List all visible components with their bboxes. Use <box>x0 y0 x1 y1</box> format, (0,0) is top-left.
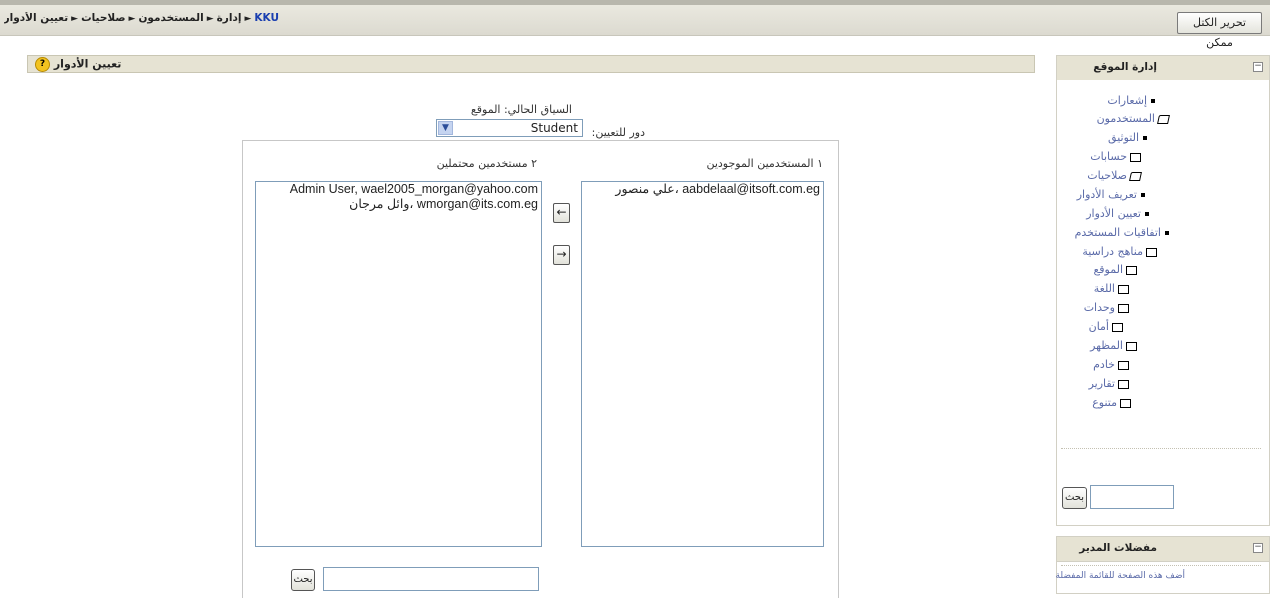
site-admin-block: إدارة الموقع − إشعارات المستخدمون التوثي… <box>1056 55 1270 526</box>
folder-icon <box>1112 322 1123 332</box>
collapse-icon[interactable]: − <box>1253 62 1263 72</box>
collapse-icon[interactable]: − <box>1253 543 1263 553</box>
folder-icon <box>1118 303 1129 313</box>
folder-icon <box>1126 265 1137 275</box>
breadcrumb-separator: ► <box>128 14 136 24</box>
bookmark-this-page-link[interactable]: أضف هذه الصفحة للقائمة المفضلة <box>1056 571 1185 581</box>
bullet-icon <box>1145 212 1149 216</box>
navbar: KKU►إدارة►المستخدمون►صلاحيات►تعيين الأدو… <box>0 0 1270 49</box>
folder-icon <box>1118 360 1129 370</box>
folder-icon <box>1118 379 1129 389</box>
breadcrumb-current: تعيين الأدوار <box>4 12 69 24</box>
tree-item-appearance[interactable]: المظهر <box>1090 339 1137 352</box>
remove-user-button[interactable]: → <box>553 245 570 265</box>
divider <box>1061 448 1261 449</box>
breadcrumb-separator: ► <box>206 14 214 24</box>
list-item[interactable]: Admin User, wael2005_morgan@yahoo.com <box>256 182 541 197</box>
folder-open-icon <box>1129 171 1142 181</box>
tree-item-authentication[interactable]: التوثيق <box>1108 131 1147 144</box>
tree-item-notifications[interactable]: إشعارات <box>1107 94 1155 107</box>
tree-item-courses[interactable]: مناهج دراسية <box>1082 245 1157 258</box>
folder-icon <box>1130 152 1141 162</box>
page-title-wrap: تعيين الأدوار ? <box>32 57 121 72</box>
folder-icon <box>1118 284 1129 294</box>
divider <box>1061 565 1261 566</box>
potential-users-label: ٢ مستخدمين محتملين <box>436 157 537 170</box>
breadcrumb-home-link[interactable]: KKU <box>254 12 279 24</box>
tree-item-define-roles[interactable]: تعريف الأدوار <box>1077 188 1145 201</box>
breadcrumb-users-link[interactable]: المستخدمون <box>138 12 203 24</box>
list-item[interactable]: وائل مرجان، wmorgan@its.com.eg <box>256 197 541 212</box>
role-select-value: Student <box>530 121 578 135</box>
admin-search-button[interactable]: بحث <box>1062 487 1087 509</box>
tree-item-user-policies[interactable]: اتفاقيات المستخدم <box>1075 226 1169 239</box>
breadcrumb-admin-link[interactable]: إدارة <box>217 12 242 24</box>
existing-users-label: ١ المستخدمين الموجودين <box>706 157 823 170</box>
bullet-icon <box>1141 193 1145 197</box>
bullet-icon <box>1151 99 1155 103</box>
breadcrumb-separator: ► <box>71 14 79 24</box>
tree-item-site[interactable]: الموقع <box>1093 263 1137 276</box>
breadcrumb: KKU►إدارة►المستخدمون►صلاحيات►تعيين الأدو… <box>4 12 279 28</box>
tree-item-permissions[interactable]: صلاحيات <box>1087 169 1142 182</box>
tree-item-users[interactable]: المستخدمون <box>1097 112 1170 125</box>
assign-roles-panel: ١ المستخدمين الموجودين ٢ مستخدمين محتملي… <box>242 140 839 598</box>
current-context: السياق الحالي: الموقع <box>470 103 572 116</box>
folder-icon <box>1146 247 1157 257</box>
tree-item-security[interactable]: أمان <box>1089 320 1123 333</box>
user-search-input[interactable] <box>323 567 539 591</box>
site-admin-title: إدارة الموقع <box>1093 61 1157 73</box>
tree-item-language[interactable]: اللغة <box>1094 282 1129 295</box>
potential-users-list[interactable]: Admin User, wael2005_morgan@yahoo.com وا… <box>255 181 542 547</box>
role-label: دور للتعيين: <box>591 126 645 139</box>
tree-item-modules[interactable]: وحدات <box>1084 301 1129 314</box>
tree-item-server[interactable]: خادم <box>1093 358 1129 371</box>
site-admin-header: إدارة الموقع − <box>1057 56 1269 81</box>
folder-icon <box>1126 341 1137 351</box>
chevron-down-icon[interactable]: ▼ <box>438 121 453 135</box>
folder-icon <box>1120 398 1131 408</box>
user-search-button[interactable]: بحث <box>291 569 315 591</box>
tree-item-assign-roles[interactable]: تعيين الأدوار <box>1086 207 1149 220</box>
breadcrumb-separator: ► <box>244 14 252 24</box>
bookmarks-title: مفضلات المدير <box>1079 542 1157 554</box>
tree-item-accounts[interactable]: حسابات <box>1090 150 1141 163</box>
navbar-top-border <box>0 0 1270 5</box>
tree-item-reports[interactable]: تقارير <box>1089 377 1129 390</box>
folder-open-icon <box>1157 114 1170 124</box>
breadcrumb-permissions-link[interactable]: صلاحيات <box>81 12 125 24</box>
role-select[interactable]: Student ▼ <box>436 119 583 137</box>
page-title: تعيين الأدوار <box>53 57 122 71</box>
turn-editing-on-button[interactable]: تحرير الكتل ممكن <box>1177 12 1262 49</box>
existing-users-list[interactable]: علي منصور، aabdelaal@itsoft.com.eg <box>581 181 824 547</box>
help-icon[interactable]: ? <box>35 57 50 72</box>
bullet-icon <box>1143 136 1147 140</box>
bookmarks-header: مفضلات المدير − <box>1057 537 1269 562</box>
tree-item-misc[interactable]: متنوع <box>1092 396 1131 409</box>
list-item[interactable]: علي منصور، aabdelaal@itsoft.com.eg <box>582 182 823 197</box>
site-admin-tree: إشعارات المستخدمون التوثيق حسابات صلاحيا… <box>1057 80 1269 525</box>
admin-bookmarks-block: مفضلات المدير − أضف هذه الصفحة للقائمة ا… <box>1056 536 1270 594</box>
bullet-icon <box>1165 231 1169 235</box>
admin-search-input[interactable] <box>1090 485 1174 509</box>
add-user-button[interactable]: ← <box>553 203 570 223</box>
page-heading-bar: تعيين الأدوار ? <box>27 55 1035 73</box>
